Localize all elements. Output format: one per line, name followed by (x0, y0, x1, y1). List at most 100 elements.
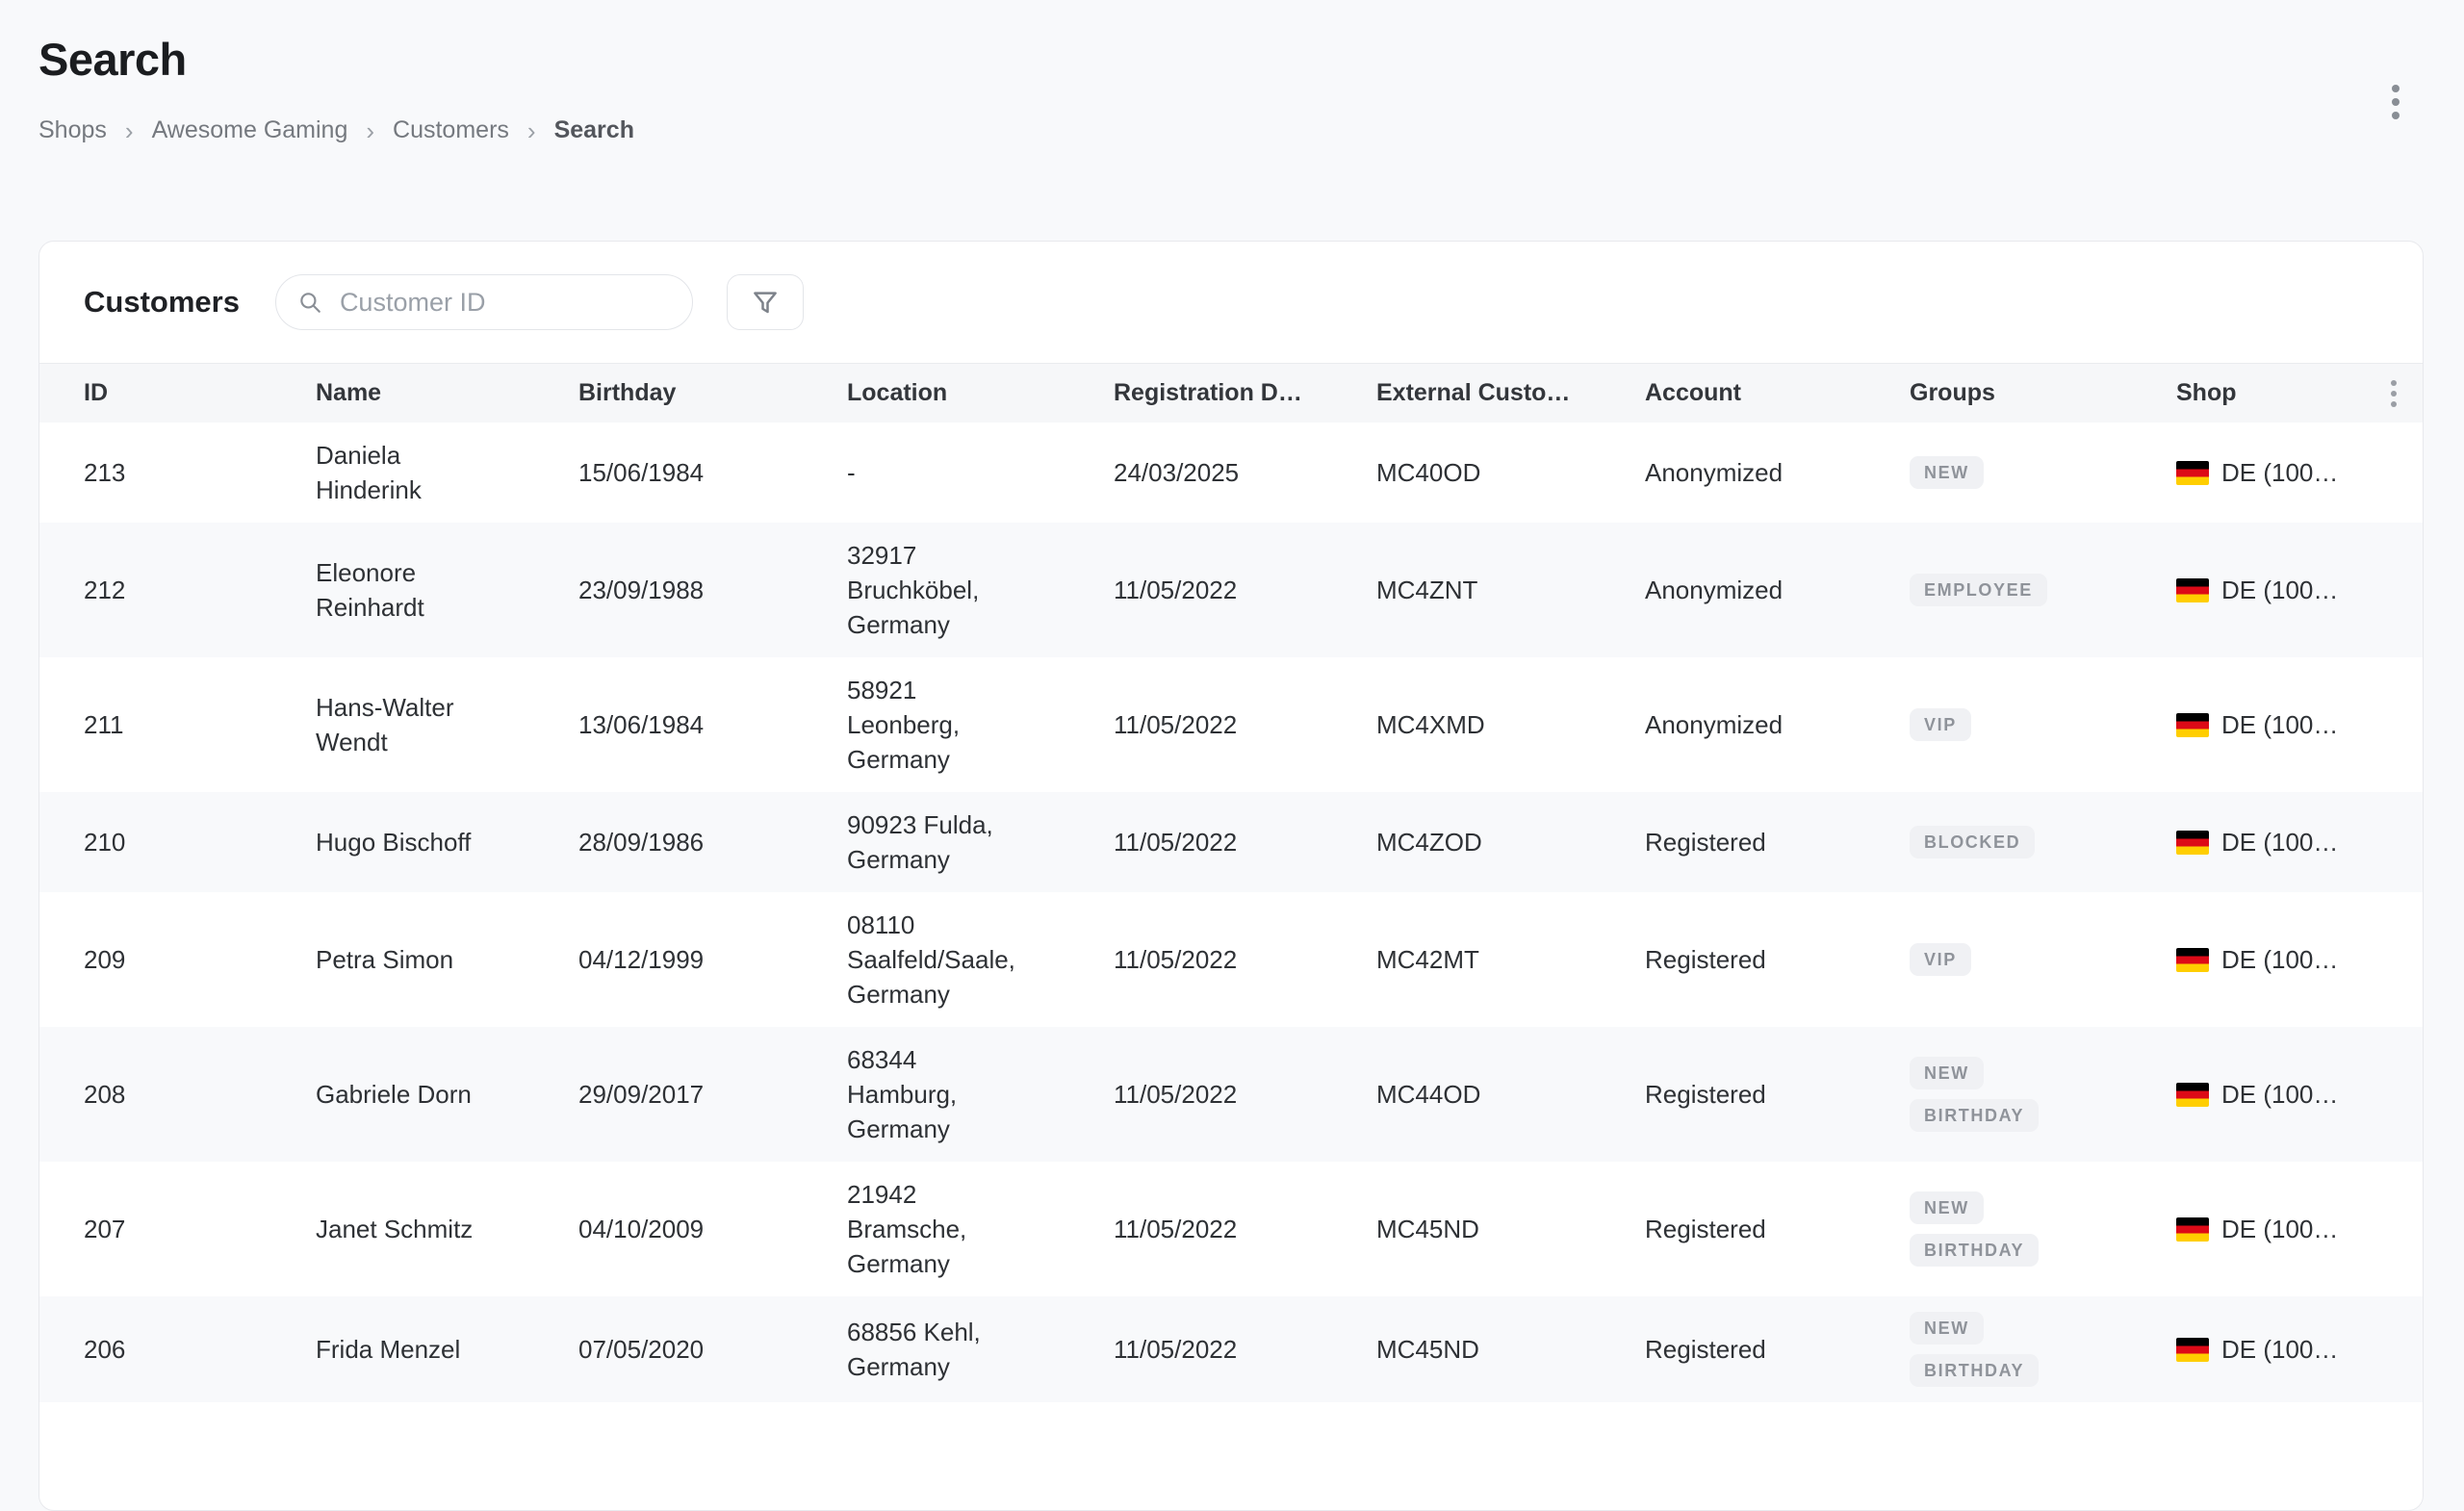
cell-location: 58921 Leonberg, Germany (847, 657, 1114, 792)
cell-shop: DE (100… (2176, 557, 2363, 623)
cell-actions (2363, 457, 2424, 488)
search-input[interactable] (338, 287, 673, 319)
table-row[interactable]: 208 Gabriele Dorn 29/09/2017 68344 Hambu… (39, 1027, 2423, 1162)
table-row[interactable]: 210 Hugo Bischoff 28/09/1986 90923 Fulda… (39, 792, 2423, 892)
cell-actions (2363, 1079, 2424, 1110)
cell-actions (2363, 827, 2424, 858)
kebab-icon (2392, 85, 2400, 92)
cell-name: Janet Schmitz (316, 1196, 578, 1262)
page-context-menu-button[interactable] (2373, 77, 2419, 127)
search-icon (297, 290, 322, 315)
customers-card: Customers IDNameBirthdayLocationRegistra… (38, 241, 2424, 1511)
cell-actions (2363, 575, 2424, 605)
cell-birthday: 29/09/2017 (578, 1062, 847, 1127)
cell-birthday: 13/06/1984 (578, 692, 847, 757)
cell-location: 68344 Hamburg, Germany (847, 1027, 1114, 1162)
cell-shop: DE (100… (2176, 1062, 2363, 1127)
column-header-account[interactable]: Account (1645, 379, 1910, 407)
column-header-shop[interactable]: Shop (2176, 379, 2363, 407)
group-badge: BLOCKED (1910, 826, 2035, 858)
cell-groups: BLOCKED (1910, 810, 2176, 874)
cell-groups: VIP (1910, 928, 2176, 991)
cell-location: - (847, 440, 1114, 505)
cell-id: 206 (39, 1317, 316, 1382)
table-row[interactable]: 209 Petra Simon 04/12/1999 08110 Saalfel… (39, 892, 2423, 1027)
table-header-row: IDNameBirthdayLocationRegistration D…Ext… (39, 363, 2423, 423)
germany-flag-icon (2176, 578, 2209, 602)
kebab-icon (2391, 401, 2397, 407)
cell-account: Registered (1645, 1196, 1910, 1262)
cell-groups: NEWBIRTHDAY (1910, 1296, 2176, 1402)
column-header-name[interactable]: Name (316, 379, 578, 407)
cell-groups: VIP (1910, 693, 2176, 756)
group-badge: NEW (1910, 1191, 1984, 1224)
germany-flag-icon (2176, 1217, 2209, 1242)
table-row[interactable]: 212 Eleonore Reinhardt 23/09/1988 32917 … (39, 523, 2423, 657)
cell-account: Registered (1645, 927, 1910, 992)
shop-label: DE (100… (2221, 1212, 2338, 1246)
cell-birthday: 15/06/1984 (578, 440, 847, 505)
filter-button[interactable] (727, 274, 804, 330)
shop-label: DE (100… (2221, 942, 2338, 977)
cell-external-customer-id: MC45ND (1376, 1196, 1645, 1262)
table-row[interactable]: 206 Frida Menzel 07/05/2020 68856 Kehl, … (39, 1296, 2423, 1402)
group-badge: BIRTHDAY (1910, 1234, 2039, 1267)
cell-location: 90923 Fulda, Germany (847, 792, 1114, 892)
column-header-location[interactable]: Location (847, 379, 1114, 407)
germany-flag-icon (2176, 713, 2209, 737)
column-header-id[interactable]: ID (39, 379, 316, 407)
group-badge: NEW (1910, 1312, 1984, 1345)
cell-groups: NEW BIRTHDAY (1910, 1041, 2176, 1147)
cell-registration-date: 11/05/2022 (1114, 809, 1376, 875)
breadcrumb-item[interactable]: Customers (393, 116, 509, 144)
shop-label: DE (100… (2221, 707, 2338, 742)
cell-name: Eleonore Reinhardt (316, 540, 578, 640)
cell-id: 207 (39, 1196, 316, 1262)
cell-account: Anonymized (1645, 557, 1910, 623)
card-title: Customers (84, 285, 240, 320)
cell-groups: NEW (1910, 441, 2176, 504)
table-row[interactable]: 207 Janet Schmitz 04/10/2009 21942 Brams… (39, 1162, 2423, 1296)
column-header-registration-d[interactable]: Registration D… (1114, 379, 1376, 407)
customer-search-box (275, 274, 693, 330)
germany-flag-icon (2176, 1338, 2209, 1362)
column-header-external-custo[interactable]: External Custo… (1376, 379, 1645, 407)
cell-shop: DE (100… (2176, 1196, 2363, 1262)
breadcrumb-item[interactable]: Search (554, 116, 634, 144)
group-badge: BIRTHDAY (1910, 1099, 2039, 1132)
table-settings-button[interactable] (2385, 374, 2402, 413)
cell-location: 08110 Saalfeld/Saale, Germany (847, 892, 1114, 1027)
table-row[interactable]: 213 Daniela Hinderink 15/06/1984 - 24/03… (39, 423, 2423, 523)
cell-registration-date: 11/05/2022 (1114, 927, 1376, 992)
germany-flag-icon (2176, 948, 2209, 972)
breadcrumb-item[interactable]: Shops (38, 116, 107, 144)
cell-external-customer-id: MC45ND (1376, 1317, 1645, 1382)
cell-actions (2363, 944, 2424, 975)
table-row[interactable]: 211 Hans-Walter Wendt 13/06/1984 58921 L… (39, 657, 2423, 792)
cell-registration-date: 11/05/2022 (1114, 1196, 1376, 1262)
breadcrumb-separator-icon: › (366, 118, 374, 143)
cell-id: 209 (39, 927, 316, 992)
cell-external-customer-id: MC40OD (1376, 440, 1645, 505)
card-header: Customers (39, 242, 2423, 363)
shop-label: DE (100… (2221, 1077, 2338, 1112)
column-header-groups[interactable]: Groups (1910, 379, 2176, 407)
breadcrumb: Shops›Awesome Gaming›Customers›Search (38, 116, 2426, 144)
cell-account: Registered (1645, 1062, 1910, 1127)
cell-id: 213 (39, 440, 316, 505)
cell-external-customer-id: MC4ZNT (1376, 557, 1645, 623)
breadcrumb-item[interactable]: Awesome Gaming (152, 116, 348, 144)
cell-registration-date: 11/05/2022 (1114, 1317, 1376, 1382)
cell-name: Hans-Walter Wendt (316, 675, 578, 775)
cell-account: Anonymized (1645, 440, 1910, 505)
cell-registration-date: 24/03/2025 (1114, 440, 1376, 505)
cell-account: Registered (1645, 1317, 1910, 1382)
group-badge: EMPLOYEE (1910, 574, 2047, 606)
page-header: Search Shops›Awesome Gaming›Customers›Se… (0, 0, 2464, 144)
cell-registration-date: 11/05/2022 (1114, 557, 1376, 623)
column-header-birthday[interactable]: Birthday (578, 379, 847, 407)
group-badge: NEW (1910, 1057, 1984, 1089)
group-badge: VIP (1910, 943, 1971, 976)
cell-registration-date: 11/05/2022 (1114, 1062, 1376, 1127)
cell-actions (2363, 1214, 2424, 1244)
